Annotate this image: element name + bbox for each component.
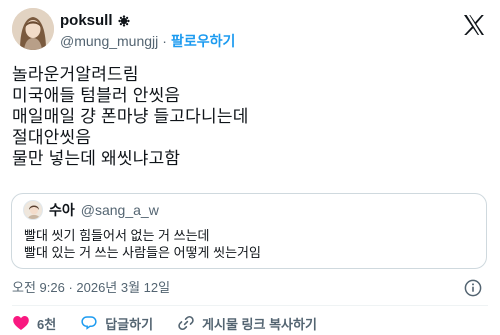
avatar[interactable] [12,8,54,50]
like-button[interactable]: 6천 [12,314,56,333]
divider [12,305,488,306]
author-name-row: poksull [60,12,130,30]
badge-icon [117,15,130,27]
tweet-text-line: 물만 넣는데 왜씻냐고함 [12,149,181,168]
tweet-text-line: 놀라운거알려드림 [12,65,139,84]
quoted-avatar-image [24,201,42,219]
tweet-text: 놀라운거알려드림 미국애들 텀블러 안씻음 매일매일 걍 폰마냥 들고다니는데 … [12,64,488,169]
tweet-text-line: 미국애들 텀블러 안씻음 [12,86,181,105]
quoted-tweet-header: 수아 @sang_a_w [23,200,159,220]
quoted-author-name: 수아 [49,202,75,218]
like-count: 6천 [37,316,57,332]
timestamp[interactable]: 오전 9:26 · 2026년 3월 12일 [12,280,170,295]
follow-button[interactable]: 팔로우하기 [171,32,235,50]
x-logo-icon[interactable] [462,14,486,36]
quoted-tweet-card[interactable]: 수아 @sang_a_w 빨대 씻기 힘들어서 없는 거 쓰는데 빨대 있는 거… [11,193,487,269]
author-name[interactable]: poksull [60,12,113,30]
info-icon[interactable] [464,279,482,297]
quoted-author-handle: @sang_a_w [80,202,159,218]
reply-label: 답글하기 [105,316,154,332]
copy-link-label: 게시물 링크 복사하기 [202,316,317,332]
quoted-text-line: 빨대 씻기 힘들어서 없는 거 쓰는데 [24,228,210,243]
handle-row: @mung_mungjj · 팔로우하기 [60,32,235,50]
tweet-text-line: 매일매일 걍 폰마냥 들고다니는데 [12,107,249,126]
heart-icon [13,316,29,330]
quoted-tweet-text: 빨대 씻기 힘들어서 없는 거 쓰는데 빨대 있는 거 쓰는 사람들은 어떻게 … [24,227,261,261]
reply-button[interactable]: 답글하기 [80,314,153,333]
tweet-text-line: 절대안씻음 [12,128,92,147]
quoted-text-line: 빨대 있는 거 쓰는 사람들은 어떻게 씻는거임 [24,245,261,260]
author-handle[interactable]: @mung_mungjj [60,32,158,50]
action-bar: 6천 답글하기 게시물 링크 복사하기 [12,313,317,333]
tweet-header: poksull @mung_mungjj · 팔로우하기 [10,6,490,54]
separator-dot: · [162,33,167,49]
timestamp-row: 오전 9:26 · 2026년 3월 12일 [12,278,488,298]
copy-link-button[interactable]: 게시물 링크 복사하기 [177,314,317,333]
link-icon [178,315,194,331]
quoted-avatar [23,200,43,220]
reply-icon [81,316,97,330]
avatar-image [12,8,54,50]
